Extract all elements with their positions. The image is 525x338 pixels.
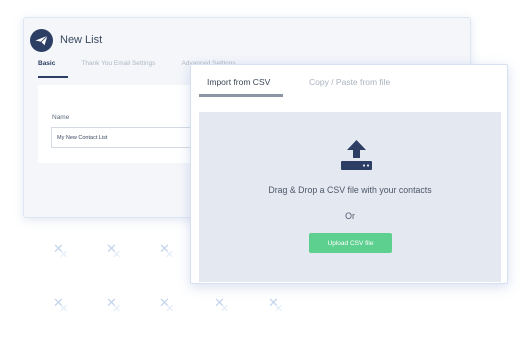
tab-copy-paste-from-file[interactable]: Copy / Paste from file: [309, 77, 390, 87]
decor-x-mark: ✕ ✕: [53, 242, 69, 261]
name-label: Name: [52, 114, 70, 121]
stage: ✕ ✕ ✕ ✕ ✕ ✕ ✕ ✕ ✕ ✕ ✕ ✕ ✕ ✕ ✕ ✕ New List Basic T…: [0, 0, 525, 338]
or-separator: Or: [345, 211, 355, 221]
decor-x-mark: ✕ ✕: [106, 242, 122, 261]
list-name-input[interactable]: My New Contact List: [51, 127, 201, 148]
new-list-header: New List: [30, 26, 102, 54]
decor-x-mark: ✕ ✕: [159, 296, 175, 315]
active-tab-indicator: [38, 76, 68, 78]
upload-csv-button[interactable]: Upload CSV file: [309, 233, 392, 253]
new-list-title: New List: [60, 34, 103, 46]
decor-x-mark: ✕ ✕: [53, 296, 69, 315]
tab-import-from-csv[interactable]: Import from CSV: [207, 77, 270, 87]
decor-x-mark: ✕ ✕: [214, 296, 230, 315]
import-tabs: Import from CSV Copy / Paste from file: [191, 65, 507, 97]
csv-drop-zone[interactable]: Drag & Drop a CSV file with your contact…: [199, 112, 501, 282]
drop-instructions: Drag & Drop a CSV file with your contact…: [268, 185, 432, 195]
tab-basic[interactable]: Basic: [38, 58, 55, 76]
import-contacts-window: Import from CSV Copy / Paste from file D…: [190, 64, 508, 284]
active-tab-indicator: [199, 94, 283, 97]
paper-plane-icon: [30, 28, 53, 52]
tab-thank-you-email-settings[interactable]: Thank You Email Settings: [81, 58, 155, 76]
decor-x-mark: ✕ ✕: [268, 296, 284, 315]
decor-x-mark: ✕ ✕: [106, 296, 122, 315]
upload-tray-icon: [340, 139, 373, 176]
decor-x-mark: ✕ ✕: [159, 242, 175, 261]
